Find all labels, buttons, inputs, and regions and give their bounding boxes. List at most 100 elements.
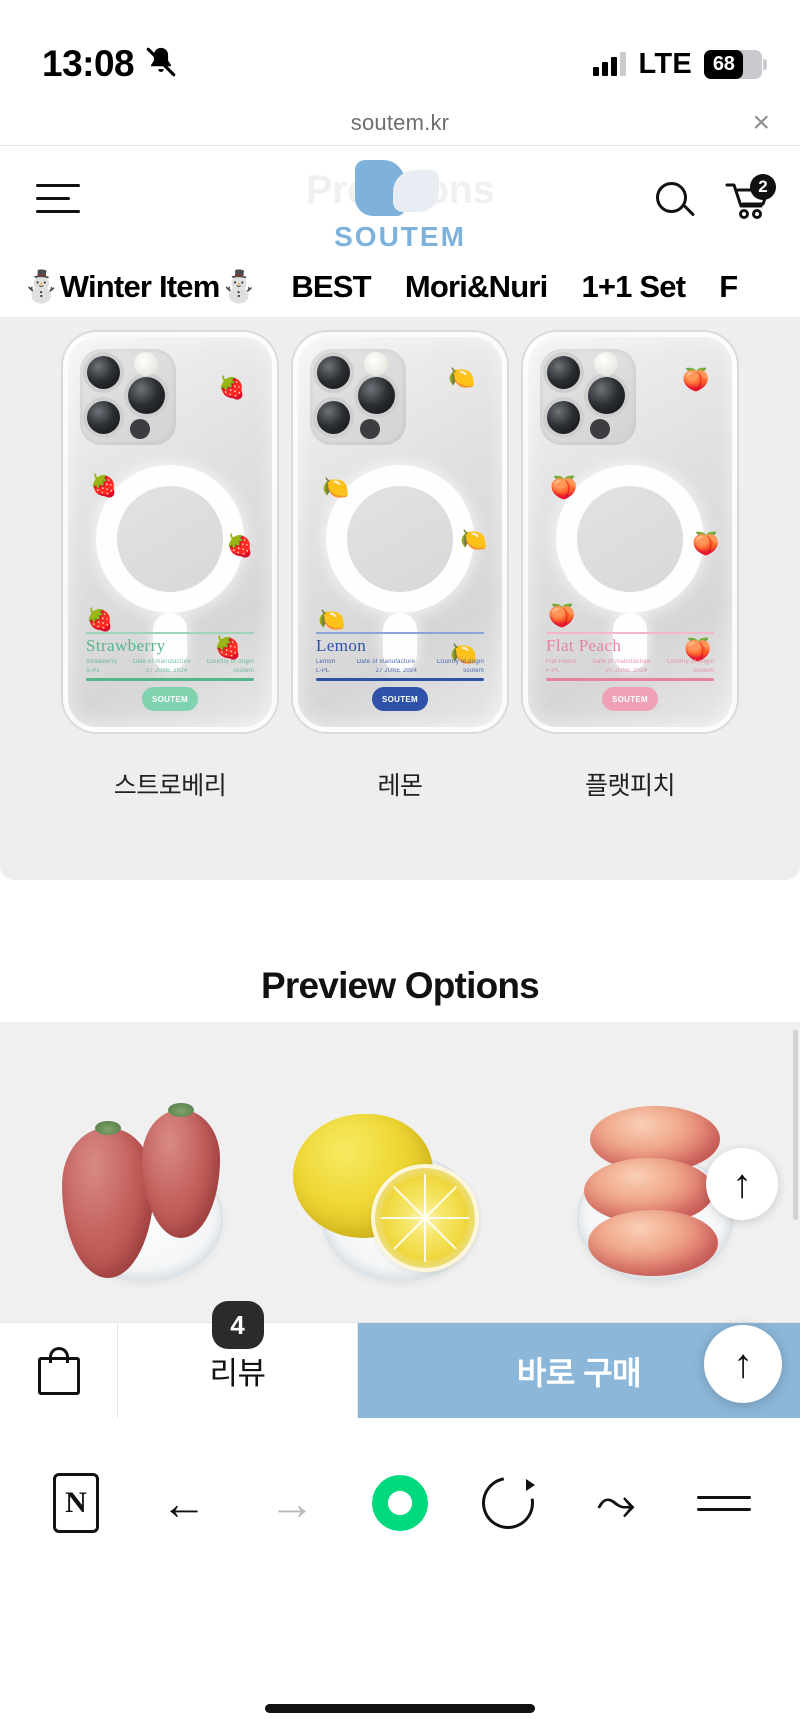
back-button[interactable]: ← <box>148 1467 220 1539</box>
magsafe-ring <box>556 465 704 613</box>
buy-now-label: 바로 구매 <box>516 1354 642 1391</box>
case-stamp: SOUTEM <box>142 687 198 711</box>
fruit-photo-strip[interactable] <box>0 1022 800 1322</box>
camera-module-icon <box>310 349 406 445</box>
magsafe-ring <box>96 465 244 613</box>
case-label-value: 27 JUNE 2024 <box>605 668 648 674</box>
case-caption-lemon: 레몬 <box>377 772 423 800</box>
scroll-to-top-button-upper[interactable]: ↑ <box>706 1148 778 1220</box>
reload-button[interactable] <box>471 1466 545 1540</box>
review-button[interactable]: 4 리뷰 <box>118 1301 358 1418</box>
arrow-up-icon: ↑ <box>733 1342 753 1386</box>
status-time: 13:08 <box>42 43 135 84</box>
nav-item-best[interactable]: BEST <box>291 269 371 305</box>
naver-icon: N <box>53 1473 99 1533</box>
page-title: Preview Options <box>261 965 540 1006</box>
case-label-value: F-PL <box>546 668 560 674</box>
case-label-block: Flat Peach Flat Peach Date of manufactur… <box>546 632 714 681</box>
case-label-col: Country of origin <box>666 659 714 665</box>
case-label-name: Lemon <box>316 636 367 655</box>
scrollbar[interactable] <box>793 1030 798 1220</box>
case-label-name: Flat Peach <box>546 636 622 655</box>
home-indicator <box>265 1704 535 1713</box>
browser-url-bar[interactable]: soutem.kr × <box>0 100 800 146</box>
fruit-sticker: 🍋 <box>318 607 346 632</box>
peach-shape <box>588 1210 718 1276</box>
fruit-sticker: 🍓 <box>226 533 254 558</box>
fruit-sticker: 🍑 <box>550 475 578 500</box>
case-caption-strawberry: 스트로베리 <box>113 772 227 800</box>
browser-menu-button[interactable] <box>688 1467 760 1539</box>
browser-toolbar: N ← → ⤳ <box>0 1418 800 1588</box>
case-label-value: soutem <box>693 668 714 674</box>
arrow-left-icon: ← <box>161 1477 207 1529</box>
share-button[interactable]: ⤳ <box>580 1467 652 1539</box>
case-caption-flat-peach: 플랫피치 <box>584 772 676 800</box>
nav-item-winter[interactable]: ⛄Winter Item⛄ <box>22 268 258 305</box>
phone-case-strawberry[interactable]: 🍓 🍓 🍓 🍓 🍓 Strawberry Strawberry Date of … <box>63 332 277 732</box>
nav-item-morinuri[interactable]: Mori&Nuri <box>405 269 548 305</box>
bell-slash-icon <box>144 45 178 84</box>
case-label-name: Strawberry <box>86 636 166 655</box>
photo-lemon[interactable] <box>285 1092 515 1282</box>
review-count-badge: 4 <box>211 1301 264 1349</box>
phone-case-flat-peach[interactable]: 🍑 🍑 🍑 🍑 🍑 Flat Peach Flat Peach Date of … <box>523 332 737 732</box>
reload-icon <box>471 1466 545 1540</box>
fruit-sticker: 🍑 <box>682 367 710 392</box>
case-label-block: Strawberry Strawberry Date of manufactur… <box>86 632 254 681</box>
case-label-col: Date of manufacture <box>592 659 651 665</box>
home-button[interactable] <box>364 1467 436 1539</box>
forward-button[interactable]: → <box>256 1467 328 1539</box>
arrow-right-icon: → <box>269 1477 315 1529</box>
site-logo[interactable]: SOUTEM <box>295 160 505 253</box>
fruit-sticker: 🍑 <box>548 603 576 628</box>
fruit-sticker: 🍑 <box>692 531 720 556</box>
case-label-value: soutem <box>463 668 484 674</box>
phone-case-lemon[interactable]: 🍋 🍋 🍋 🍋 🍋 Lemon Lemon Date of manufactur… <box>293 332 507 732</box>
status-bar-left: 13:08 <box>42 43 178 85</box>
site-header: Prev tions SOUTEM 2 <box>0 146 800 256</box>
green-ring-icon <box>372 1475 428 1531</box>
case-label-col: Strawberry <box>86 659 118 665</box>
case-label-col: Country of origin <box>436 659 484 665</box>
product-action-bar: 4 리뷰 바로 구매 <box>0 1301 800 1418</box>
logo-text: SOUTEM <box>334 221 466 252</box>
cart-bag-button[interactable] <box>0 1323 118 1418</box>
share-icon: ⤳ <box>596 1475 636 1531</box>
category-nav[interactable]: ⛄Winter Item⛄ BEST Mori&Nuri 1+1 Set F <box>0 256 800 318</box>
nav-item-fruit[interactable]: F <box>719 269 738 305</box>
case-stamp: SOUTEM <box>372 687 428 711</box>
battery-icon: 68 <box>704 49 767 79</box>
battery-percent-label: 68 <box>712 52 735 75</box>
case-row: 🍓 🍓 🍓 🍓 🍓 Strawberry Strawberry Date of … <box>0 332 800 732</box>
url-text: soutem.kr <box>350 109 450 135</box>
fruit-sticker: 🍓 <box>90 473 118 498</box>
logo-mark-icon <box>295 160 505 218</box>
case-label-col: Flat Peach <box>546 659 577 665</box>
case-label-value: L-PL <box>316 668 330 674</box>
case-label-col: Date of manufacture <box>356 659 416 665</box>
close-icon[interactable]: × <box>752 107 770 138</box>
fruit-sticker: 🍋 <box>448 365 476 390</box>
hamburger-menu-icon[interactable] <box>36 182 80 216</box>
fruit-sticker: 🍋 <box>322 475 350 500</box>
fruit-sticker: 🍓 <box>218 375 246 400</box>
scroll-to-top-button[interactable]: ↑ <box>704 1325 782 1403</box>
signal-bars-icon <box>593 52 627 76</box>
phone-screen: 13:08 LTE 68 soutem.kr × Prev tions SOUT… <box>0 0 800 1735</box>
case-caption-row: 스트로베리 레몬 플랫피치 <box>0 766 800 802</box>
case-stamp: SOUTEM <box>602 687 658 711</box>
nav-item-1plus1[interactable]: 1+1 Set <box>581 269 686 305</box>
cart-icon[interactable]: 2 <box>724 174 776 224</box>
cart-count-badge: 2 <box>750 174 776 200</box>
case-label-value: 27 JUNE 2024 <box>375 668 418 674</box>
network-type-label: LTE <box>638 47 692 80</box>
naver-home-button[interactable]: N <box>40 1467 112 1539</box>
search-icon[interactable] <box>656 182 696 222</box>
case-label-value: S-PL <box>86 668 101 674</box>
shopping-bag-icon <box>37 1346 80 1395</box>
photo-strawberry[interactable] <box>30 1092 260 1282</box>
camera-module-icon <box>80 349 176 445</box>
case-label-value: 27 JUNE 2024 <box>145 668 188 674</box>
hamburger-menu-icon <box>697 1487 751 1520</box>
